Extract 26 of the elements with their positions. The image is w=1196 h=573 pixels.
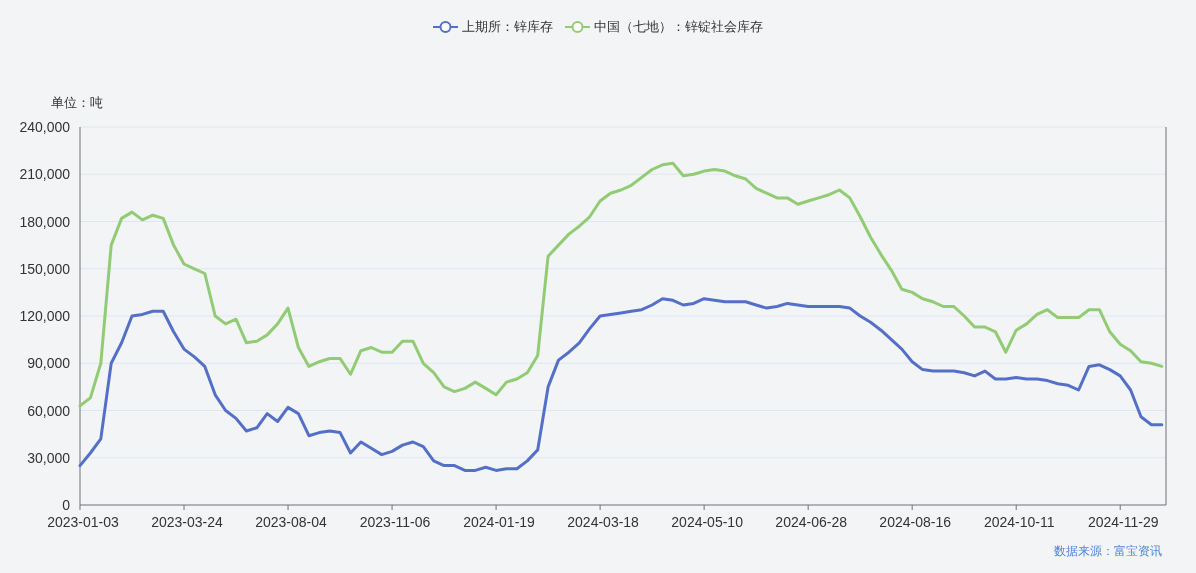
axis-label: 0 xyxy=(62,497,70,513)
axis-label: 150,000 xyxy=(19,260,70,277)
axis-label: 2024-08-16 xyxy=(879,514,951,530)
axis-label: 210,000 xyxy=(19,166,70,183)
axis-label: 60,000 xyxy=(27,402,70,419)
axis-label: 2024-10-11 xyxy=(983,514,1055,530)
axis-label: 30,000 xyxy=(27,449,70,466)
axis-label: 90,000 xyxy=(27,355,70,372)
axis-label: 240,000 xyxy=(19,119,70,135)
legend-line-icon xyxy=(565,20,590,34)
axis-label: 2024-06-28 xyxy=(775,514,847,530)
legend-item[interactable]: 上期所：锌库存 xyxy=(433,17,553,37)
legend-line-icon xyxy=(433,20,458,34)
source-note: 数据来源：富宝资讯 xyxy=(1054,543,1162,560)
axis-label: 2023-11-06 xyxy=(359,514,431,530)
axis-label: 2024-01-19 xyxy=(463,514,535,530)
axis-label: 180,000 xyxy=(19,213,70,230)
legend-item[interactable]: 中国（七地）：锌锭社会库存 xyxy=(565,17,763,37)
axis-label: 2023-01-03 xyxy=(47,514,119,530)
axis-label: 2024-11-29 xyxy=(1087,514,1159,530)
axis-label: 2024-03-18 xyxy=(567,514,639,530)
axis-label: 2023-03-24 xyxy=(151,514,223,530)
unit-label: 单位：吨 xyxy=(51,94,103,113)
axis-label: 120,000 xyxy=(19,308,70,324)
axis-label: 2024-05-10 xyxy=(671,514,743,530)
axis-label: 2023-08-04 xyxy=(255,514,327,530)
